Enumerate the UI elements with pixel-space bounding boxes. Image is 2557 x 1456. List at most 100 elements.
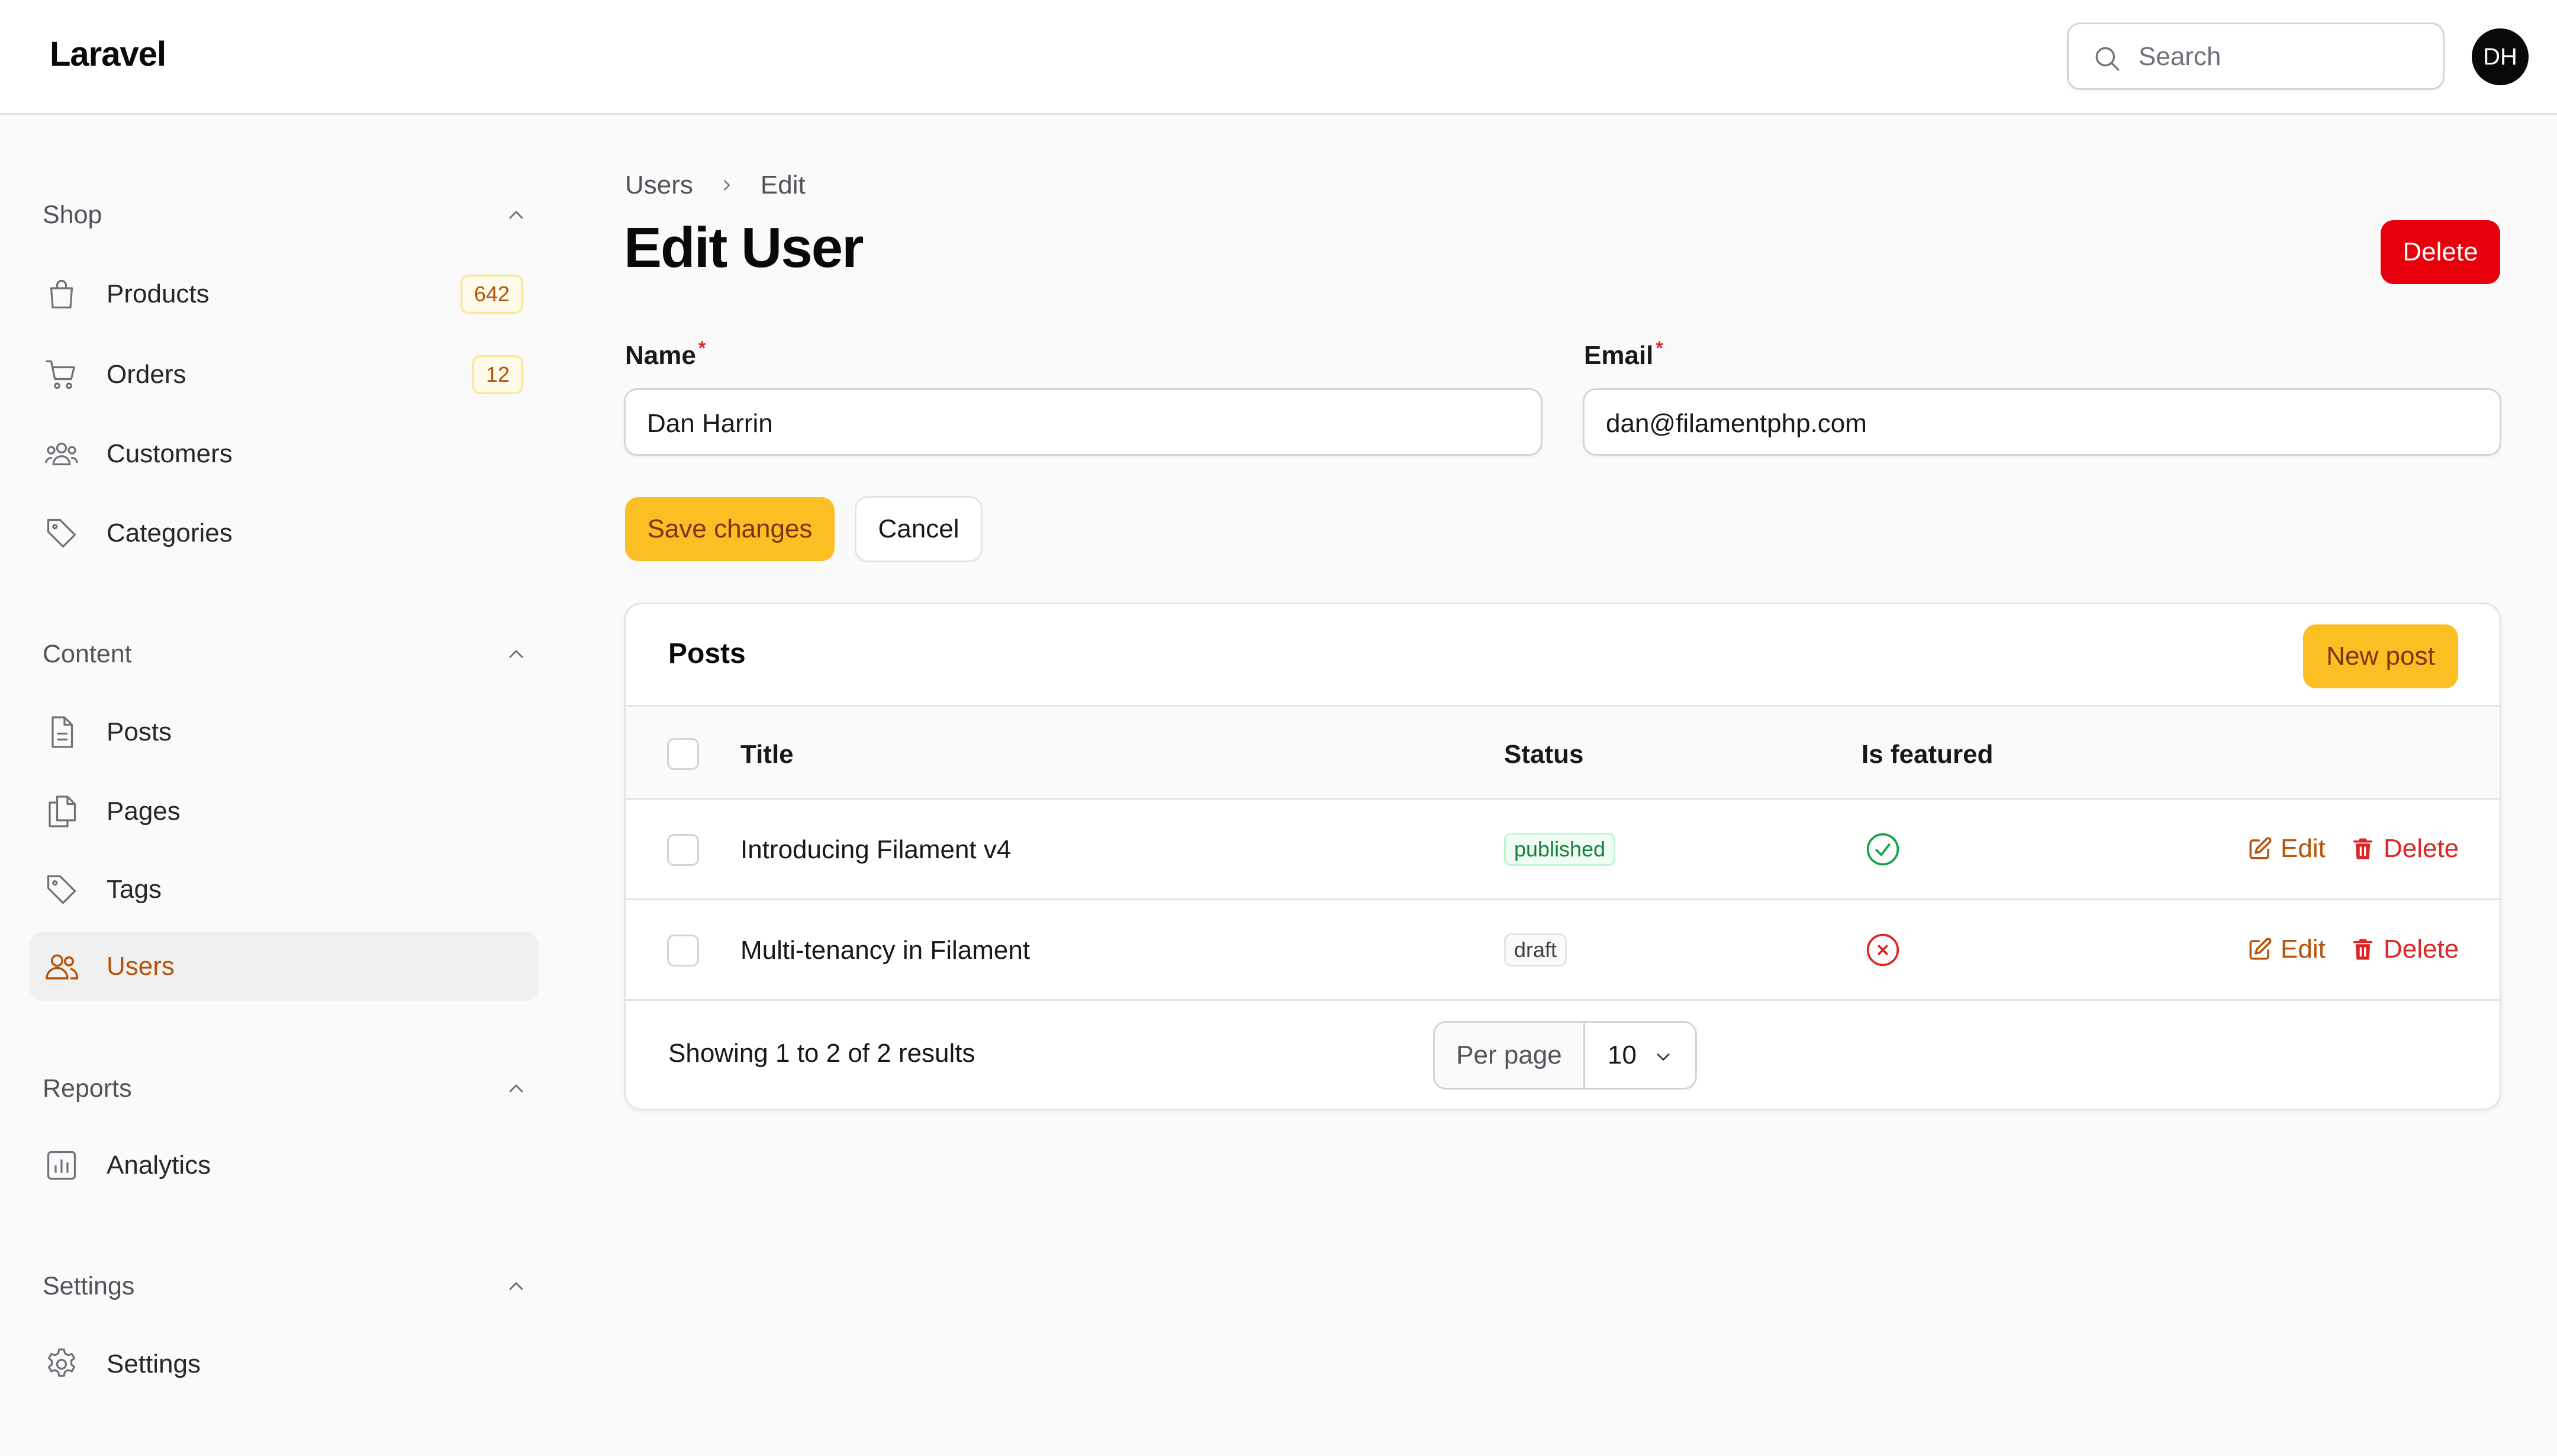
edit-label: Edit	[2281, 935, 2326, 964]
chevron-up-icon[interactable]	[504, 1077, 528, 1100]
email-label-text: Email	[1584, 341, 1654, 370]
per-page-value-text: 10	[1608, 1041, 1637, 1070]
products-count-badge: 642	[460, 275, 523, 314]
table-row[interactable]: Introducing Filament v4 published Edit D…	[626, 800, 2500, 900]
tag-icon	[47, 875, 76, 904]
shopping-bag-icon	[50, 279, 73, 309]
chevron-up-icon[interactable]	[504, 203, 528, 227]
sidebar-item-label: Products	[107, 279, 210, 308]
sidebar-group-label: Settings	[43, 1271, 135, 1300]
column-header-title[interactable]: Title	[740, 740, 794, 769]
delete-user-button[interactable]: Delete	[2381, 220, 2500, 284]
name-field[interactable]	[624, 388, 1542, 456]
sidebar-item-categories[interactable]: Categories	[30, 498, 539, 568]
delete-label: Delete	[2384, 834, 2459, 863]
pencil-square-icon	[2249, 837, 2272, 859]
page-title: Edit User	[624, 216, 864, 279]
sidebar-item-tags[interactable]: Tags	[30, 855, 539, 925]
x-circle-icon	[1866, 933, 1899, 967]
column-header-status[interactable]: Status	[1504, 740, 1583, 769]
chevron-right-icon	[718, 176, 736, 194]
status-badge: published	[1504, 833, 1616, 866]
cancel-button[interactable]: Cancel	[855, 496, 983, 562]
sidebar-item-customers[interactable]: Customers	[30, 419, 539, 489]
breadcrumb-current: Edit	[760, 170, 806, 199]
sidebar-group-content[interactable]: Content	[43, 633, 528, 675]
top-bar: Laravel DH	[0, 0, 2557, 115]
sidebar-group-settings[interactable]: Settings	[43, 1265, 528, 1307]
table-row[interactable]: Multi-tenancy in Filament draft Edit Del…	[626, 900, 2500, 1001]
post-title-cell: Multi-tenancy in Filament	[740, 936, 1030, 965]
sidebar-item-label: Categories	[107, 518, 233, 547]
sidebar-item-pages[interactable]: Pages	[30, 777, 539, 846]
name-input[interactable]	[647, 403, 1471, 444]
sidebar-group-label: Shop	[43, 200, 102, 229]
sidebar-item-label: Users	[107, 952, 175, 981]
sidebar-item-label: Settings	[107, 1349, 201, 1378]
sidebar-item-orders[interactable]: Orders 12	[30, 340, 539, 410]
delete-row-action[interactable]: Delete	[2350, 834, 2459, 864]
per-page-label: Per page	[1435, 1023, 1585, 1088]
global-search[interactable]	[2067, 22, 2445, 90]
sidebar-item-label: Posts	[107, 717, 172, 746]
status-badge: draft	[1504, 933, 1567, 967]
sidebar-item-settings[interactable]: Settings	[30, 1329, 539, 1399]
user-group-icon	[45, 442, 78, 466]
check-circle-icon	[1866, 833, 1899, 866]
new-post-button[interactable]: New post	[2303, 624, 2458, 688]
pencil-square-icon	[2249, 938, 2272, 960]
cog-icon	[47, 1348, 76, 1377]
edit-row-action[interactable]: Edit	[2247, 935, 2326, 964]
document-icon	[51, 716, 73, 748]
shopping-cart-icon	[46, 360, 75, 389]
sidebar-item-products[interactable]: Products 642	[30, 259, 539, 329]
name-label: Name *	[625, 337, 706, 371]
column-header-is-featured[interactable]: Is featured	[1862, 740, 1994, 769]
sidebar-item-users[interactable]: Users	[30, 932, 539, 1001]
documents-icon	[49, 795, 76, 827]
save-changes-button[interactable]: Save changes	[625, 497, 835, 561]
email-input[interactable]	[1606, 403, 2430, 444]
sidebar-item-posts[interactable]: Posts	[30, 697, 539, 767]
breadcrumb: Users Edit	[625, 170, 806, 200]
delete-row-action[interactable]: Delete	[2350, 935, 2459, 964]
chart-bar-icon	[47, 1151, 76, 1180]
trash-icon	[2353, 838, 2372, 859]
email-field[interactable]	[1583, 388, 2501, 456]
user-avatar[interactable]: DH	[2472, 28, 2529, 85]
sidebar-item-analytics[interactable]: Analytics	[30, 1130, 539, 1200]
sidebar-group-shop[interactable]: Shop	[43, 194, 528, 236]
edit-row-action[interactable]: Edit	[2247, 834, 2326, 864]
row-checkbox[interactable]	[667, 935, 699, 967]
breadcrumb-users-link[interactable]: Users	[625, 170, 693, 200]
chevron-up-icon[interactable]	[504, 642, 528, 666]
posts-title: Posts	[668, 638, 746, 669]
post-title-cell: Introducing Filament v4	[740, 835, 1012, 864]
chevron-down-icon	[1657, 1054, 1670, 1061]
posts-relation-table: Posts New post Title Status Is featured …	[624, 603, 2501, 1110]
orders-count-badge: 12	[472, 355, 523, 394]
name-label-text: Name	[625, 341, 696, 370]
chevron-up-icon[interactable]	[504, 1274, 528, 1298]
trash-icon	[2353, 939, 2372, 960]
required-marker: *	[698, 337, 706, 359]
per-page-value[interactable]: 10	[1585, 1023, 1695, 1088]
email-label: Email *	[1584, 337, 1663, 371]
brand-logo[interactable]: Laravel	[50, 34, 166, 74]
sidebar-item-label: Tags	[107, 875, 162, 904]
sidebar-item-label: Analytics	[107, 1151, 211, 1180]
table-header: Title Status Is featured	[626, 705, 2500, 800]
delete-label: Delete	[2384, 935, 2459, 964]
select-all-checkbox[interactable]	[667, 738, 699, 770]
row-checkbox[interactable]	[667, 834, 699, 866]
sidebar-item-label: Pages	[107, 797, 181, 826]
tag-icon	[47, 518, 76, 548]
users-icon	[46, 954, 79, 980]
sidebar-group-reports[interactable]: Reports	[43, 1068, 528, 1109]
search-input[interactable]	[2139, 36, 2423, 78]
sidebar-group-label: Content	[43, 639, 132, 668]
sidebar: Shop Products 642 Orders 12 Customers Ca…	[0, 115, 568, 1456]
search-icon	[2095, 47, 2120, 71]
pagination-summary: Showing 1 to 2 of 2 results	[668, 1039, 975, 1068]
per-page-select[interactable]: Per page 10	[1433, 1021, 1697, 1090]
